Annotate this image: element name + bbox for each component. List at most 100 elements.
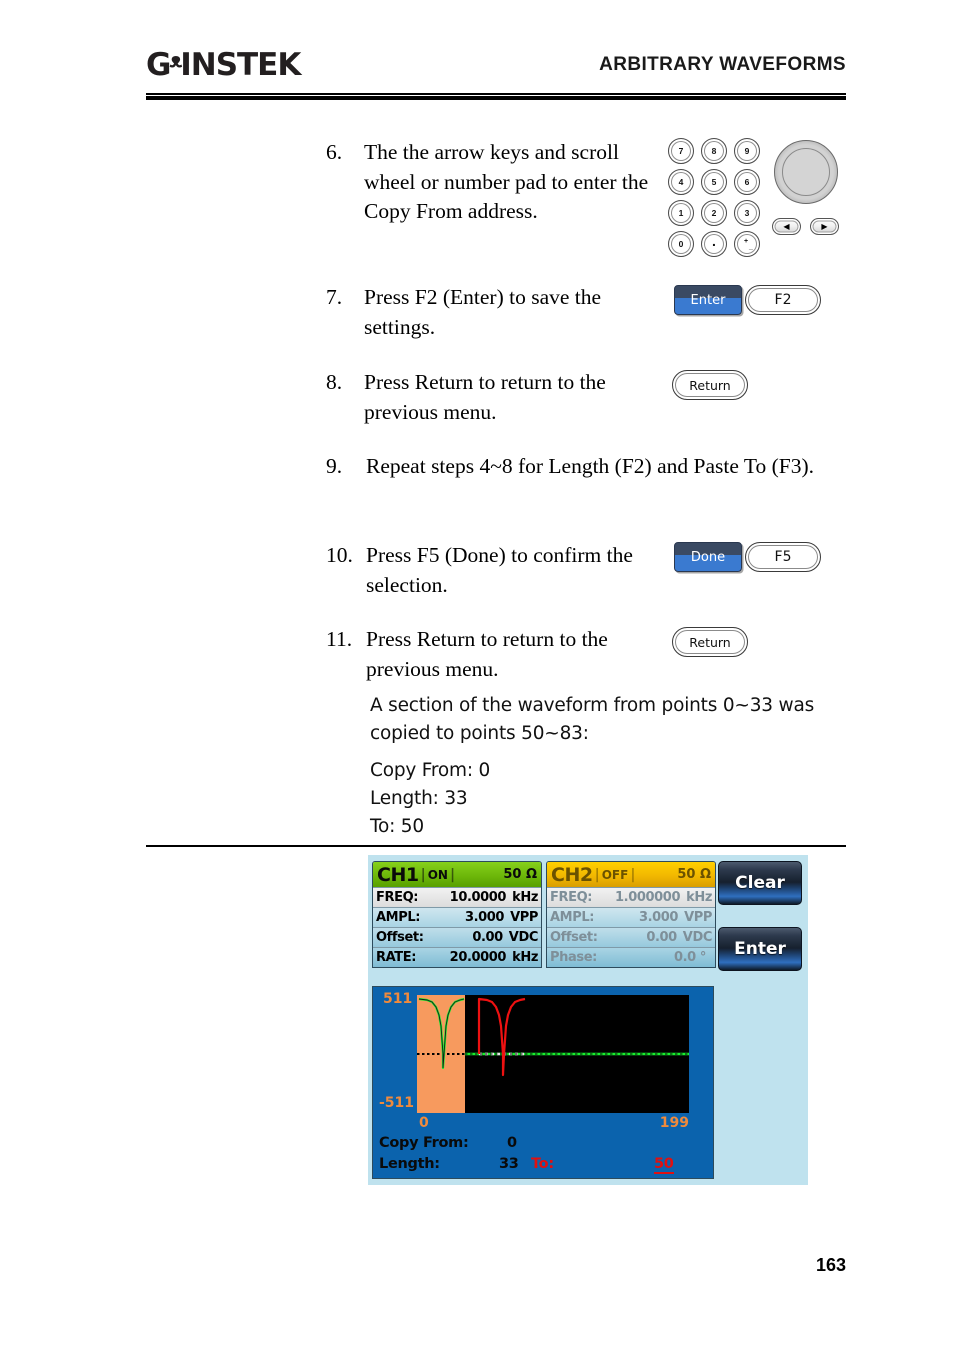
ch2-row-offset[interactable]: Offset: 0.00 VDC — [547, 927, 715, 947]
section-divider — [146, 845, 846, 847]
step-6-text: The the arrow keys and scroll wheel or n… — [364, 140, 649, 223]
source-waveform-shadow — [418, 998, 465, 1069]
ch2-sep-2: | — [630, 866, 636, 883]
ch1-offset-value: 0.00 — [472, 930, 503, 945]
channel-panel-ch2[interactable]: CH2 | OFF | 50 Ω FREQ: 1.000000 kHz AMPL… — [546, 861, 716, 968]
arrow-right-icon[interactable]: ▶ — [810, 218, 839, 235]
key-plus-minus[interactable]: + _ — [734, 231, 760, 257]
x-axis-min-label: 0 — [419, 1115, 429, 1131]
length-value: 33 — [499, 1156, 519, 1172]
keypad-row: 0 . + _ — [668, 231, 766, 257]
copy-from-row[interactable]: Copy From: 0 — [379, 1135, 709, 1156]
return-key-step11[interactable]: Return — [672, 627, 748, 657]
plot-status-labels: Copy From: 0 Length: 33 To: 50 — [379, 1135, 709, 1177]
step-10-number: 10. — [326, 543, 353, 567]
ch2-row-ampl[interactable]: AMPL: 3.000 VPP — [547, 907, 715, 927]
key-5[interactable]: 5 — [701, 169, 727, 195]
ch1-offset-unit: VDC — [508, 930, 539, 945]
ch1-row-ampl[interactable]: AMPL: 3.000 VPP — [373, 907, 541, 927]
step-8-text: Press Return to return to the previous m… — [364, 370, 606, 424]
y-axis-max-label: 511 — [383, 991, 413, 1007]
channel-panel-ch1[interactable]: CH1 | ON | 50 Ω FREQ: 10.0000 kHz AMPL: … — [372, 861, 542, 968]
ch2-ampl-value: 3.000 — [638, 910, 679, 925]
ch2-ampl-unit: VPP — [684, 910, 712, 925]
ch1-freq-value: 10.0000 — [449, 890, 507, 905]
header-divider-thick — [146, 96, 846, 100]
copy-from-label: Copy From: — [379, 1135, 469, 1151]
ch2-offset-label: Offset: — [550, 930, 598, 945]
key-9[interactable]: 9 — [734, 138, 760, 164]
ch2-row-phase[interactable]: Phase: 0.0 ° — [547, 947, 715, 967]
ch2-name: CH2 — [551, 863, 593, 886]
step-7: 7. Press F2 (Enter) to save the settings… — [326, 283, 656, 342]
copy-from-value: 0 — [507, 1135, 517, 1151]
ch2-row-freq[interactable]: FREQ: 1.000000 kHz — [547, 887, 715, 907]
ch1-row-rate[interactable]: RATE: 20.0000 kHz — [373, 947, 541, 967]
waveform-svg — [417, 997, 689, 1077]
ch1-output-state: ON — [427, 867, 448, 882]
ch2-freq-label: FREQ: — [550, 890, 593, 905]
logo-gw-text: Gᵜ — [146, 47, 182, 83]
ch2-phase-value: 0.0 ° — [673, 950, 706, 965]
key-8[interactable]: 8 — [701, 138, 727, 164]
gw-instek-logo: GᵜINSTEK — [146, 47, 301, 83]
keypad-row: 7 8 9 — [668, 138, 766, 164]
function-key-f5[interactable]: F5 — [745, 542, 821, 572]
note-copy-from: Copy From: 0 — [370, 760, 491, 781]
step-10-text: Press F5 (Done) to confirm the selection… — [366, 543, 633, 597]
waveform-canvas — [417, 995, 689, 1113]
arrow-key-pair: ◀ ▶ — [772, 218, 839, 235]
ch1-impedance: 50 Ω — [503, 867, 537, 882]
arrow-left-icon[interactable]: ◀ — [772, 218, 801, 235]
softkey-enter[interactable]: Enter — [674, 285, 742, 315]
key-4[interactable]: 4 — [668, 169, 694, 195]
step-6-number: 6. — [326, 140, 343, 164]
step-9: 9. Repeat steps 4~8 for Length (F2) and … — [326, 452, 836, 482]
ch2-impedance: 50 Ω — [677, 867, 711, 882]
ch1-ampl-value: 3.000 — [464, 910, 505, 925]
key-3[interactable]: 3 — [734, 200, 760, 226]
ch2-sep-1: | — [594, 866, 600, 883]
ch1-rate-unit: kHz — [512, 950, 538, 965]
page-number: 163 — [815, 1255, 846, 1275]
step-8: 8. Press Return to return to the previou… — [326, 368, 656, 427]
logo-instek-text: INSTEK — [180, 47, 301, 83]
ch1-row-offset[interactable]: Offset: 0.00 VDC — [373, 927, 541, 947]
waveform-plot-area[interactable]: 511 -511 0 199 Copy From: 0 Length: 33 T… — [372, 986, 714, 1179]
ch1-sep-1: | — [420, 866, 426, 883]
enter-button[interactable]: Enter — [718, 927, 802, 971]
channel-panels: CH1 | ON | 50 Ω FREQ: 10.0000 kHz AMPL: … — [372, 861, 716, 968]
ch1-rate-label: RATE: — [376, 950, 417, 965]
softkey-done[interactable]: Done — [674, 542, 742, 572]
step-9-number: 9. — [326, 454, 343, 478]
ch1-offset-label: Offset: — [376, 930, 424, 945]
key-7[interactable]: 7 — [668, 138, 694, 164]
ch2-ampl-label: AMPL: — [550, 910, 595, 925]
length-to-row[interactable]: Length: 33 To: 50 — [379, 1156, 709, 1177]
key-1[interactable]: 1 — [668, 200, 694, 226]
clear-button[interactable]: Clear — [718, 861, 802, 905]
function-key-f2[interactable]: F2 — [745, 285, 821, 315]
step-11-text: Press Return to return to the previous m… — [366, 627, 608, 681]
step-7-text: Press F2 (Enter) to save the settings. — [364, 285, 602, 339]
step-11-number: 11. — [326, 627, 353, 651]
note-length: Length: 33 — [370, 788, 468, 809]
ch1-header: CH1 | ON | 50 Ω — [373, 862, 541, 887]
header-divider-thin — [146, 93, 846, 95]
key-6[interactable]: 6 — [734, 169, 760, 195]
ch1-rate-value: 20.0000 — [449, 950, 507, 965]
ch1-sep-2: | — [449, 866, 456, 883]
step-8-number: 8. — [326, 370, 343, 394]
step-7-number: 7. — [326, 285, 343, 309]
ch1-row-freq[interactable]: FREQ: 10.0000 kHz — [373, 887, 541, 907]
instrument-screen: CH1 | ON | 50 Ω FREQ: 10.0000 kHz AMPL: … — [368, 855, 808, 1185]
ch2-offset-value: 0.00 — [646, 930, 677, 945]
return-key-step8[interactable]: Return — [672, 370, 748, 400]
ch2-freq-value: 1.000000 — [615, 890, 681, 905]
to-label: To: — [531, 1156, 554, 1172]
key-2[interactable]: 2 — [701, 200, 727, 226]
key-decimal-point[interactable]: . — [701, 231, 727, 257]
key-0[interactable]: 0 — [668, 231, 694, 257]
scroll-wheel-knob[interactable] — [774, 140, 838, 204]
ch2-freq-unit: kHz — [686, 890, 712, 905]
